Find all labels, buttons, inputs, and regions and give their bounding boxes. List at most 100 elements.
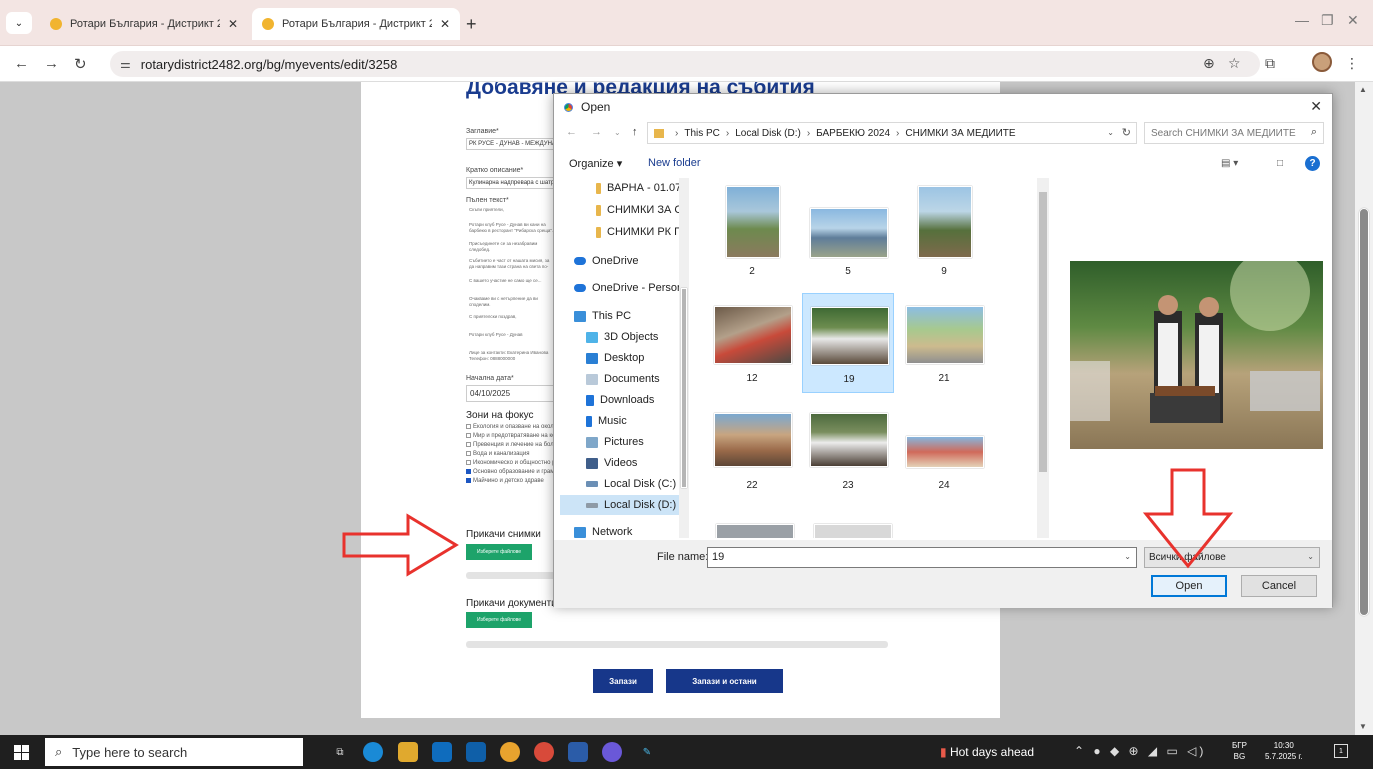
edge-icon[interactable] <box>363 742 383 762</box>
notification-icon[interactable]: 1 <box>1334 744 1348 758</box>
viber-icon[interactable] <box>602 742 622 762</box>
file-item[interactable]: 24 <box>898 400 990 500</box>
short-description-input[interactable]: Кулинарна надпревара с шатри <box>466 177 558 189</box>
file-item[interactable]: 12 <box>706 293 798 393</box>
nav-item-folder[interactable]: СНИМКИ РК ПР <box>560 222 685 242</box>
forward-icon[interactable]: → <box>44 55 59 72</box>
weather-widget[interactable]: ▮ Hot days ahead <box>940 745 1034 759</box>
focus-checkbox[interactable]: Майчино и детско здраве <box>466 478 544 484</box>
nav-item-documents[interactable]: Documents <box>560 369 685 389</box>
task-view-icon[interactable]: ⧉ <box>330 742 350 762</box>
nav-item-videos[interactable]: Videos <box>560 453 685 473</box>
close-tab-icon[interactable]: ✕ <box>440 17 450 31</box>
browser-tab-2[interactable]: Ротари България - Дистрикт 2482 ✕ <box>252 8 461 40</box>
reload-icon[interactable]: ↻ <box>74 55 87 73</box>
choose-documents-button[interactable]: Изберете файлове <box>466 612 532 628</box>
extensions-icon[interactable]: ⧉ <box>1265 55 1275 72</box>
nav-item-local-disk-c[interactable]: Local Disk (C:) <box>560 474 685 494</box>
focus-checkbox[interactable]: Превенция и лечение на болести <box>466 442 566 448</box>
breadcrumb[interactable]: Local Disk (D:) <box>735 128 801 139</box>
scrollbar-thumb[interactable] <box>1359 208 1369 616</box>
organize-button[interactable]: Organize ▾ <box>569 157 622 170</box>
nav-item-folder[interactable]: ВАРНА - 01.07.2 <box>560 178 685 198</box>
breadcrumb[interactable]: This PC <box>684 128 720 139</box>
start-date-input[interactable]: 04/10/2025 <box>466 385 558 402</box>
nav-item-downloads[interactable]: Downloads <box>560 390 685 410</box>
file-item-selected[interactable]: 19 <box>802 293 894 393</box>
new-tab-button[interactable]: + <box>466 14 477 35</box>
input-language[interactable]: БГР BG <box>1232 740 1247 762</box>
nav-pane-scrollbar[interactable] <box>679 178 689 538</box>
scroll-down-icon[interactable]: ▼ <box>1359 722 1367 731</box>
store-icon[interactable] <box>466 742 486 762</box>
file-explorer-icon[interactable] <box>398 742 418 762</box>
save-button[interactable]: Запази <box>593 669 653 693</box>
file-item[interactable]: 9 <box>898 186 990 286</box>
nav-item-3d-objects[interactable]: 3D Objects <box>560 327 685 347</box>
paint-icon[interactable]: ✎ <box>637 742 657 762</box>
preview-pane-icon[interactable]: □ <box>1277 158 1283 169</box>
system-tray-icons[interactable]: ⌃ ● ◆ ⊕ ◢ ▭ ◁) <box>1074 744 1206 758</box>
choose-photos-button[interactable]: Изберете файлове <box>466 544 532 560</box>
windows-start-icon[interactable] <box>14 745 29 760</box>
nav-item-desktop[interactable]: Desktop <box>560 348 685 368</box>
nav-item-this-pc[interactable]: This PC <box>560 306 685 326</box>
close-dialog-icon[interactable]: ✕ <box>1310 98 1322 115</box>
back-icon[interactable]: ← <box>14 55 29 72</box>
save-and-stay-button[interactable]: Запази и остани <box>666 669 783 693</box>
nav-item-folder[interactable]: СНИМКИ ЗА СА <box>560 200 685 220</box>
chevron-down-icon[interactable]: ⌄ <box>1124 552 1131 561</box>
change-view-icon[interactable]: ▤ ▾ <box>1221 158 1238 169</box>
file-list: 2 5 9 12 19 21 22 23 24 <box>696 178 1048 538</box>
close-tab-icon[interactable]: ✕ <box>228 17 238 31</box>
nav-item-network[interactable]: Network <box>560 522 685 538</box>
browser-tab-1[interactable]: Ротари България - Дистрикт 2482 ✕ <box>40 8 248 40</box>
nav-item-pictures[interactable]: Pictures <box>560 432 685 452</box>
maximize-button[interactable]: ❐ <box>1321 12 1334 29</box>
file-item[interactable]: 5 <box>802 186 894 286</box>
menu-icon[interactable]: ⋮ <box>1345 55 1359 72</box>
profile-avatar[interactable] <box>1312 52 1332 72</box>
nav-item-onedrive[interactable]: OneDrive <box>560 251 685 271</box>
scroll-up-icon[interactable]: ▲ <box>1359 85 1367 94</box>
address-bar[interactable]: ⚌ rotarydistrict2482.org/bg/myevents/edi… <box>110 51 1260 77</box>
zoom-icon[interactable]: ⊕ <box>1203 55 1215 72</box>
up-icon[interactable]: ↑ <box>632 126 638 138</box>
word-icon[interactable] <box>568 742 588 762</box>
focus-checkbox[interactable]: Вода и канализация <box>466 451 529 457</box>
dialog-search-input[interactable]: Search СНИМКИ ЗА МЕДИИТЕ ⌕ <box>1144 122 1324 144</box>
file-name-input[interactable]: 19 ⌄ <box>707 547 1137 568</box>
recent-locations-icon[interactable]: ⌄ <box>614 128 621 137</box>
outlook-icon[interactable] <box>432 742 452 762</box>
title-input[interactable]: РК РУСЕ - ДУНАВ - МЕЖДУНАРОДНО БАРБЕКЮ <box>466 138 558 150</box>
file-item[interactable]: 22 <box>706 400 798 500</box>
tab-search-button[interactable]: ⌄ <box>6 12 32 34</box>
chrome-icon[interactable] <box>500 742 520 762</box>
minimize-button[interactable]: — <box>1295 12 1309 28</box>
file-item[interactable]: 21 <box>898 293 990 393</box>
taskbar-clock[interactable]: 10:30 5.7.2025 г. <box>1265 740 1303 762</box>
file-item[interactable]: 23 <box>802 400 894 500</box>
file-list-scrollbar[interactable] <box>1037 178 1049 538</box>
forward-icon[interactable]: → <box>591 126 602 138</box>
cancel-button[interactable]: Cancel <box>1241 575 1317 597</box>
bookmark-star-icon[interactable]: ☆ <box>1228 55 1241 72</box>
page-scrollbar[interactable]: ▲ ▼ <box>1355 82 1373 735</box>
taskbar-search-input[interactable]: ⌕ Type here to search <box>45 738 303 766</box>
refresh-icon[interactable]: ↻ <box>1122 126 1131 139</box>
site-settings-icon[interactable]: ⚌ <box>120 57 131 71</box>
breadcrumb[interactable]: СНИМКИ ЗА МЕДИИТЕ <box>905 128 1015 139</box>
help-icon[interactable]: ? <box>1305 156 1320 171</box>
chrome-profile-icon[interactable] <box>534 742 554 762</box>
back-icon[interactable]: ← <box>566 126 577 138</box>
dialog-address-bar[interactable]: › This PC › Local Disk (D:) › БАРБЕКЮ 20… <box>647 122 1137 144</box>
new-folder-button[interactable]: New folder <box>648 157 701 169</box>
address-dropdown-icon[interactable]: ⌄ <box>1107 128 1114 137</box>
open-button[interactable]: Open <box>1151 575 1227 597</box>
file-item[interactable]: 2 <box>706 186 798 286</box>
nav-item-local-disk-d[interactable]: Local Disk (D:) <box>560 495 685 515</box>
nav-item-onedrive-personal[interactable]: OneDrive - Person <box>560 278 685 298</box>
nav-item-music[interactable]: Music <box>560 411 685 431</box>
breadcrumb[interactable]: БАРБЕКЮ 2024 <box>816 128 890 139</box>
close-window-button[interactable]: ✕ <box>1347 12 1359 29</box>
